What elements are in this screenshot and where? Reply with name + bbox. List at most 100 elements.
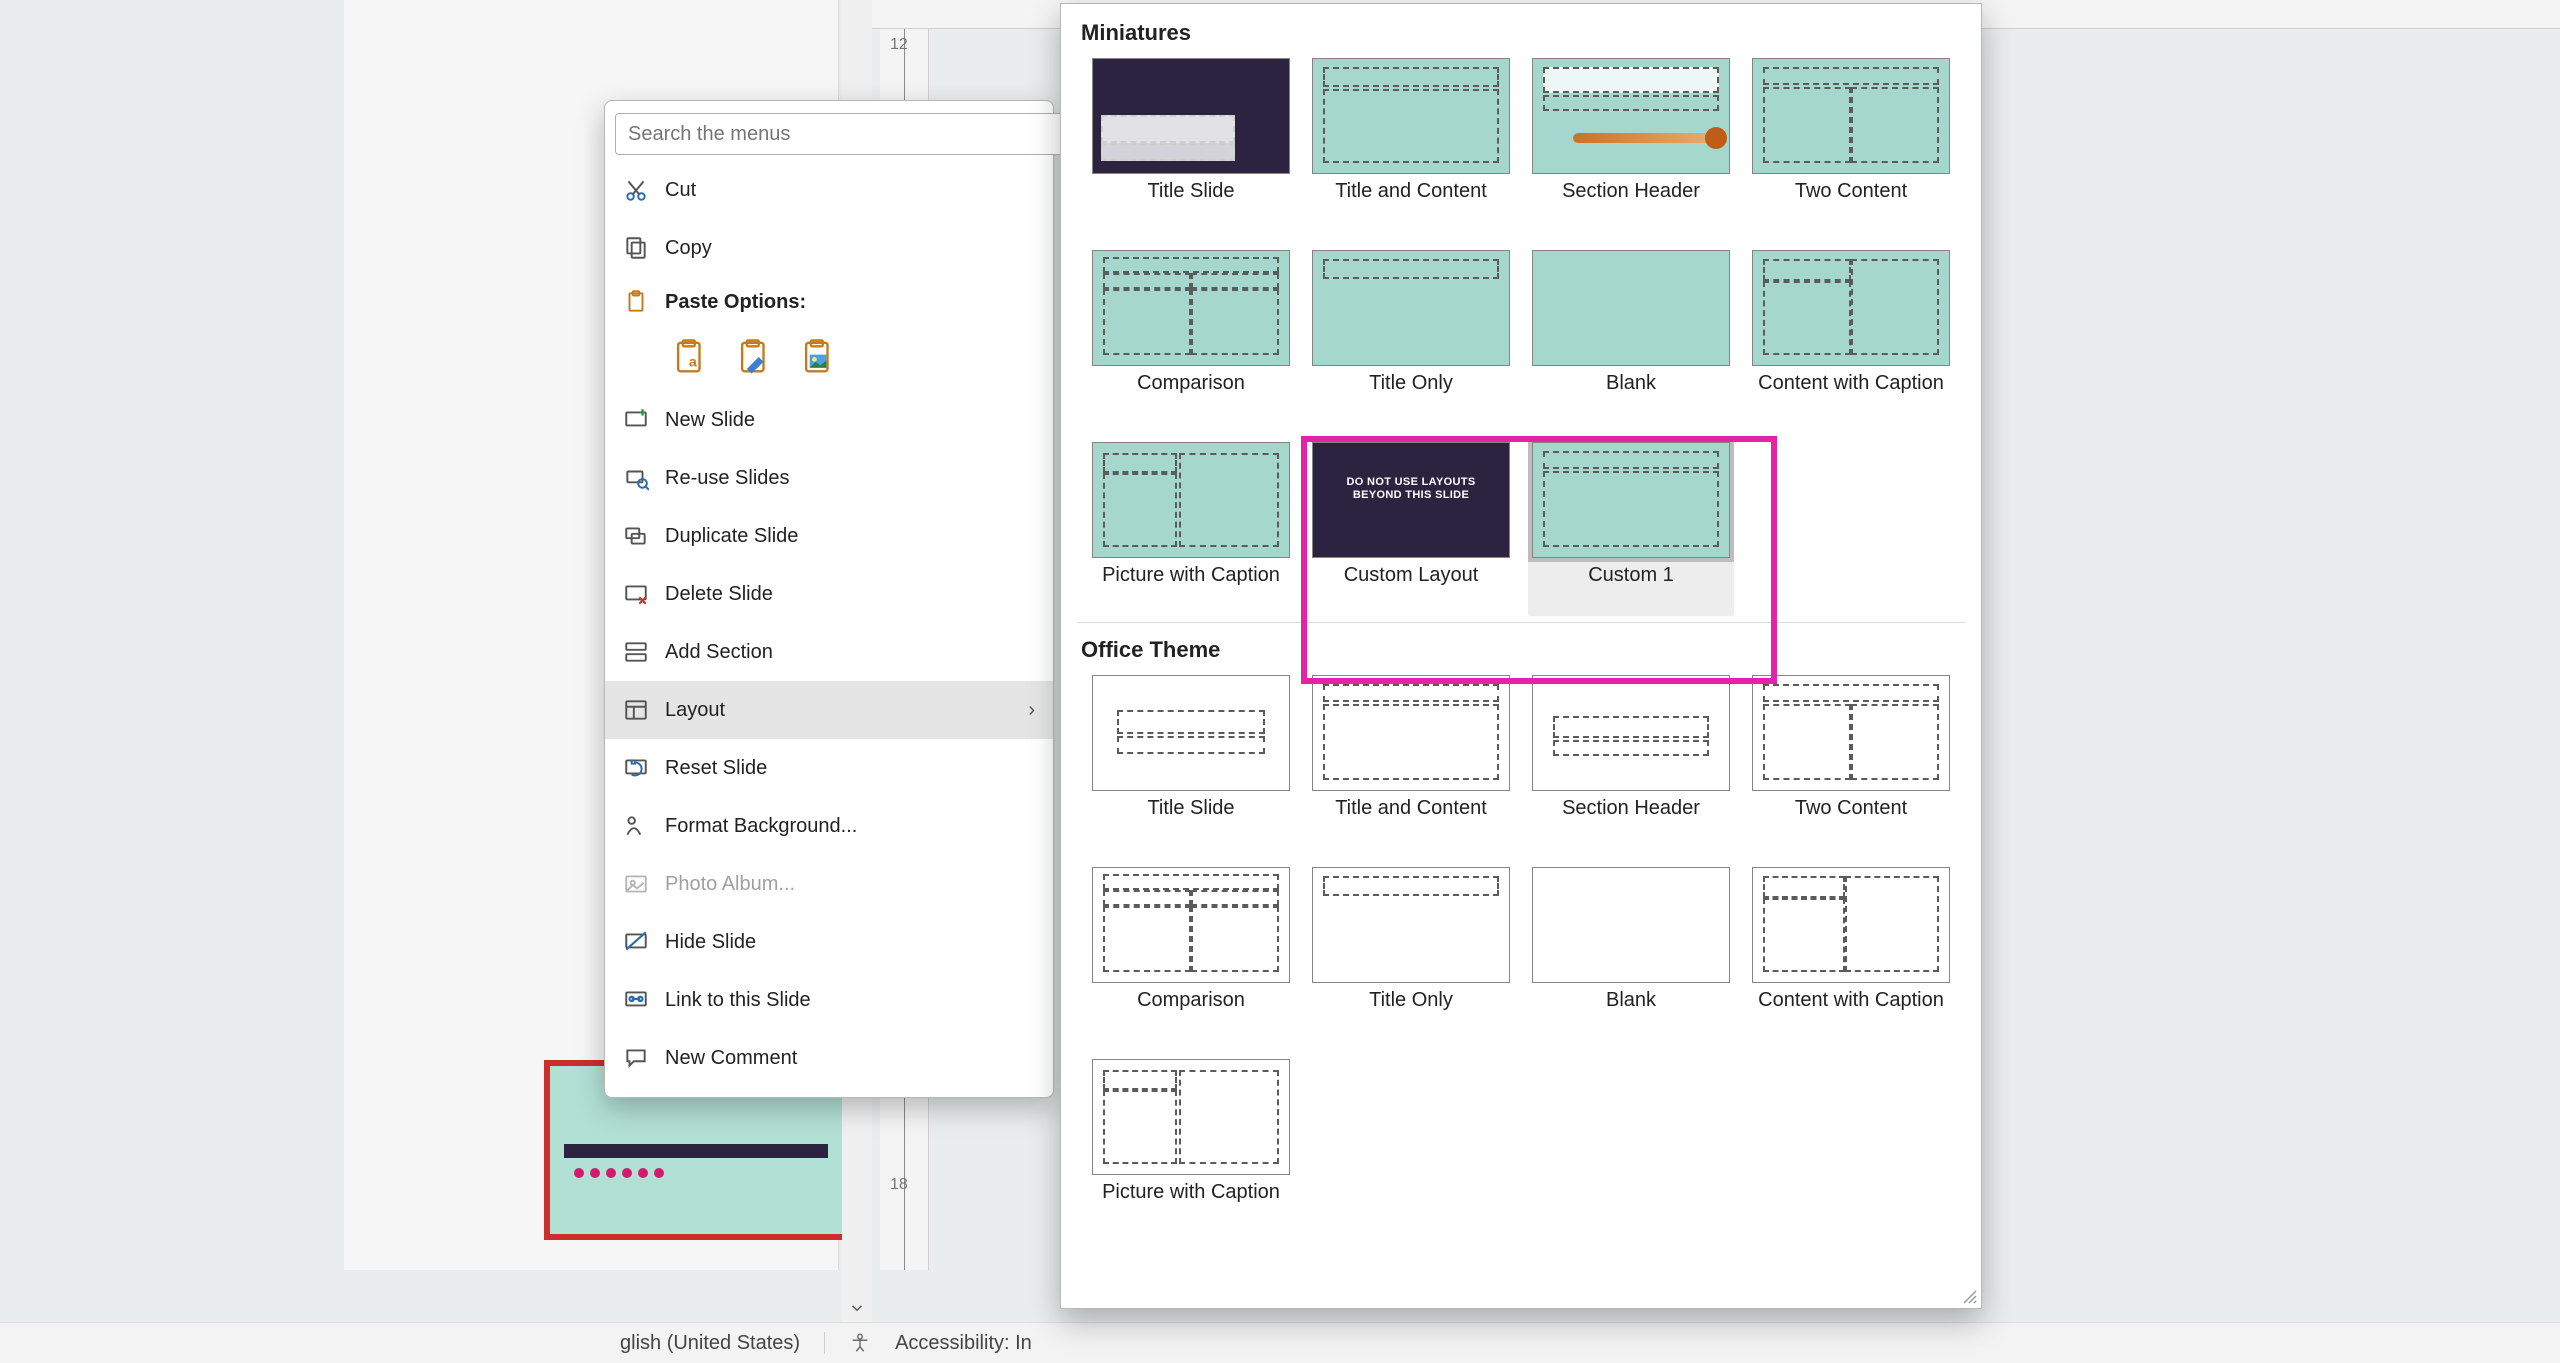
hide-slide-icon: [623, 929, 649, 955]
menu-reuse-slides-label: Re-use Slides: [665, 467, 790, 489]
menu-search-input[interactable]: [615, 113, 1069, 155]
chevron-right-icon: ›: [1015, 699, 1035, 722]
layout-title-and-content[interactable]: Title and Content: [1308, 54, 1514, 232]
menu-paste-options-header: Paste Options:: [605, 277, 1053, 327]
chevron-down-icon: [848, 1299, 866, 1317]
layout-office-content-with-caption[interactable]: Content with Caption: [1748, 863, 1954, 1041]
menu-new-slide[interactable]: New Slide: [605, 391, 1053, 449]
clipboard-picture-icon: [799, 338, 837, 376]
layout-office-comparison-label: Comparison: [1137, 989, 1245, 1037]
layout-office-two-content-label: Two Content: [1795, 797, 1907, 845]
layout-title-and-content-label: Title and Content: [1335, 180, 1487, 228]
status-bar: glish (United States) Accessibility: In: [0, 1322, 2560, 1363]
menu-new-comment[interactable]: New Comment: [605, 1029, 1053, 1087]
layout-picture-with-caption[interactable]: Picture with Caption: [1088, 438, 1294, 616]
clipboard-theme-icon: a: [671, 338, 709, 376]
layout-office-section-header[interactable]: Section Header: [1528, 671, 1734, 849]
custom-layout-text: DO NOT USE LAYOUTS BEYOND THIS SLIDE: [1323, 475, 1499, 501]
resize-grip-icon: [1962, 1289, 1978, 1305]
paste-options-row: a: [605, 327, 1053, 391]
layout-two-content-label: Two Content: [1795, 180, 1907, 228]
context-menu: Cut Copy Paste Options: a: [604, 100, 1054, 1098]
layout-comparison-label: Comparison: [1137, 372, 1245, 420]
menu-add-section-label: Add Section: [665, 641, 773, 663]
menu-duplicate-slide[interactable]: Duplicate Slide: [605, 507, 1053, 565]
gallery-grid-office: Title Slide Title and Content Section He…: [1077, 671, 1965, 1233]
menu-reset-slide[interactable]: Reset Slide: [605, 739, 1053, 797]
menu-cut-label: Cut: [665, 179, 696, 201]
gallery-grid-miniatures: Title Slide Title and Content Section He…: [1077, 54, 1965, 616]
layout-office-section-header-label: Section Header: [1562, 797, 1700, 845]
menu-photo-album-label: Photo Album...: [665, 873, 795, 895]
menu-link-to-slide-label: Link to this Slide: [665, 989, 811, 1011]
layout-title-only-label: Title Only: [1369, 372, 1453, 420]
delete-slide-icon: [623, 581, 649, 607]
menu-new-comment-label: New Comment: [665, 1047, 797, 1069]
layout-custom-layout[interactable]: DO NOT USE LAYOUTS BEYOND THIS SLIDE Cus…: [1308, 438, 1514, 616]
layout-content-with-caption[interactable]: Content with Caption: [1748, 246, 1954, 424]
layout-icon: [623, 697, 649, 723]
layout-office-title-only-label: Title Only: [1369, 989, 1453, 1037]
accessibility-icon: [849, 1332, 871, 1354]
layout-custom-1[interactable]: Custom 1: [1528, 438, 1734, 616]
copy-icon: [623, 235, 649, 261]
menu-reset-slide-label: Reset Slide: [665, 757, 767, 779]
layout-office-two-content[interactable]: Two Content: [1748, 671, 1954, 849]
status-accessibility[interactable]: Accessibility: In: [895, 1332, 1032, 1355]
reset-slide-icon: [623, 755, 649, 781]
ruler-tick: 12: [890, 36, 908, 54]
layout-two-content[interactable]: Two Content: [1748, 54, 1954, 232]
menu-hide-slide-label: Hide Slide: [665, 931, 756, 953]
menu-layout[interactable]: Layout ›: [605, 681, 1053, 739]
menu-format-background[interactable]: Format Background...: [605, 797, 1053, 855]
layout-office-picture-with-caption[interactable]: Picture with Caption: [1088, 1055, 1294, 1233]
paste-keep-source-formatting[interactable]: [731, 334, 777, 380]
gallery-divider: [1077, 622, 1965, 623]
layout-title-only[interactable]: Title Only: [1308, 246, 1514, 424]
menu-delete-slide[interactable]: Delete Slide: [605, 565, 1053, 623]
gallery-section-miniatures: Miniatures: [1077, 14, 1965, 54]
layout-gallery-flyout: Miniatures Title Slide Title and Content: [1060, 3, 1982, 1309]
layout-office-title-slide[interactable]: Title Slide: [1088, 671, 1294, 849]
layout-custom-1-label: Custom 1: [1588, 564, 1674, 612]
menu-reuse-slides[interactable]: Re-use Slides: [605, 449, 1053, 507]
add-section-icon: [623, 639, 649, 665]
svg-text:a: a: [689, 355, 698, 371]
layout-content-with-caption-label: Content with Caption: [1758, 372, 1944, 420]
status-language[interactable]: glish (United States): [620, 1332, 800, 1355]
layout-office-content-with-caption-label: Content with Caption: [1758, 989, 1944, 1037]
layout-office-title-slide-label: Title Slide: [1147, 797, 1234, 845]
menu-hide-slide[interactable]: Hide Slide: [605, 913, 1053, 971]
layout-office-comparison[interactable]: Comparison: [1088, 863, 1294, 1041]
menu-delete-slide-label: Delete Slide: [665, 583, 773, 605]
gallery-resize-grip[interactable]: [1962, 1289, 1978, 1305]
layout-office-blank-label: Blank: [1606, 989, 1656, 1037]
format-background-icon: [623, 813, 649, 839]
layout-office-title-only[interactable]: Title Only: [1308, 863, 1514, 1041]
new-slide-icon: [623, 407, 649, 433]
paste-picture[interactable]: [795, 334, 841, 380]
ruler-tick: 18: [890, 1176, 908, 1194]
menu-cut[interactable]: Cut: [605, 161, 1053, 219]
layout-section-header[interactable]: Section Header: [1528, 54, 1734, 232]
layout-blank[interactable]: Blank: [1528, 246, 1734, 424]
menu-new-slide-label: New Slide: [665, 409, 755, 431]
layout-office-blank[interactable]: Blank: [1528, 863, 1734, 1041]
menu-copy[interactable]: Copy: [605, 219, 1053, 277]
scroll-down-button[interactable]: [842, 1293, 872, 1323]
layout-office-title-and-content[interactable]: Title and Content: [1308, 671, 1514, 849]
menu-duplicate-slide-label: Duplicate Slide: [665, 525, 798, 547]
menu-layout-label: Layout: [665, 699, 725, 721]
layout-title-slide[interactable]: Title Slide: [1088, 54, 1294, 232]
layout-blank-label: Blank: [1606, 372, 1656, 420]
layout-comparison[interactable]: Comparison: [1088, 246, 1294, 424]
layout-section-header-label: Section Header: [1562, 180, 1700, 228]
menu-paste-options-label: Paste Options:: [665, 291, 806, 313]
menu-link-to-slide[interactable]: Link to this Slide: [605, 971, 1053, 1029]
menu-add-section[interactable]: Add Section: [605, 623, 1053, 681]
layout-office-title-and-content-label: Title and Content: [1335, 797, 1487, 845]
paste-icon: [623, 289, 649, 315]
photo-album-icon: [623, 871, 649, 897]
paste-use-destination-theme[interactable]: a: [667, 334, 713, 380]
gallery-section-office: Office Theme: [1077, 631, 1965, 671]
